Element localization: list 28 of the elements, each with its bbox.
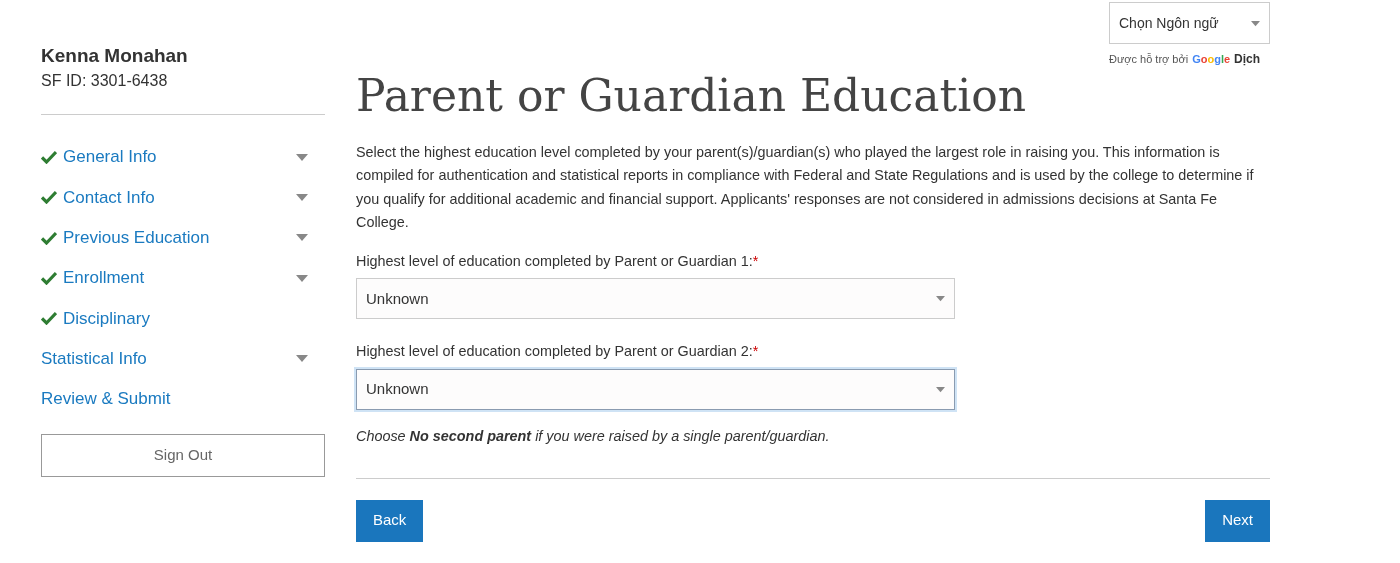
page-title: Parent or Guardian Education (356, 70, 1028, 123)
nav-link[interactable]: Enrollment (41, 257, 325, 299)
nav-link[interactable]: Review & Submit (41, 378, 325, 420)
back-button[interactable]: Back (356, 499, 424, 542)
translate-link[interactable]: Dịch (1234, 50, 1261, 68)
caret-icon (1251, 19, 1260, 27)
nav-link[interactable]: General Info (41, 137, 325, 178)
required-mark: * (752, 252, 759, 269)
intro-text: Select the highest education level completed by your parent(s)/guardian(s) who played the largest role in raising you. This information is compiled for authentication and statistical reports in compliance with Federal and State Regulations and is used by the college to determine if you qualify for additional academic and financial support. Applicants' responses are not considered in admissions decisions at Santa Fe College. (356, 142, 1255, 233)
nav-link[interactable]: Statistical Info (41, 338, 325, 379)
caret-icon (936, 386, 945, 393)
field-label: Highest level of education completed by Parent or Guardian 2: (356, 343, 753, 360)
next-button[interactable]: Next (1205, 499, 1270, 542)
student-name: Kenna Monahan (41, 44, 189, 68)
select-field[interactable]: Unknown (356, 369, 955, 410)
required-mark: * (752, 343, 759, 360)
nav-link[interactable]: Contact Info (41, 177, 325, 218)
nav-link[interactable]: Previous Education (41, 217, 325, 258)
field-label: Highest level of education completed by Parent or Guardian 1: (356, 252, 753, 269)
nav-link[interactable]: Disciplinary (41, 298, 325, 339)
language-select[interactable]: Chọn Ngôn ngữ (1109, 2, 1270, 44)
select-field[interactable]: Unknown (356, 278, 955, 320)
note-text: Choose No second parent if you were raised by a single parent/guardian. (356, 427, 831, 446)
powered-by-text: Được hỗ trợ bởi (1109, 51, 1189, 67)
student-id: SF ID: 3301-6438 (41, 71, 169, 91)
google-logo: Google (1192, 51, 1231, 67)
sign-out-button[interactable]: Sign Out (41, 434, 325, 478)
caret-icon (936, 295, 945, 303)
